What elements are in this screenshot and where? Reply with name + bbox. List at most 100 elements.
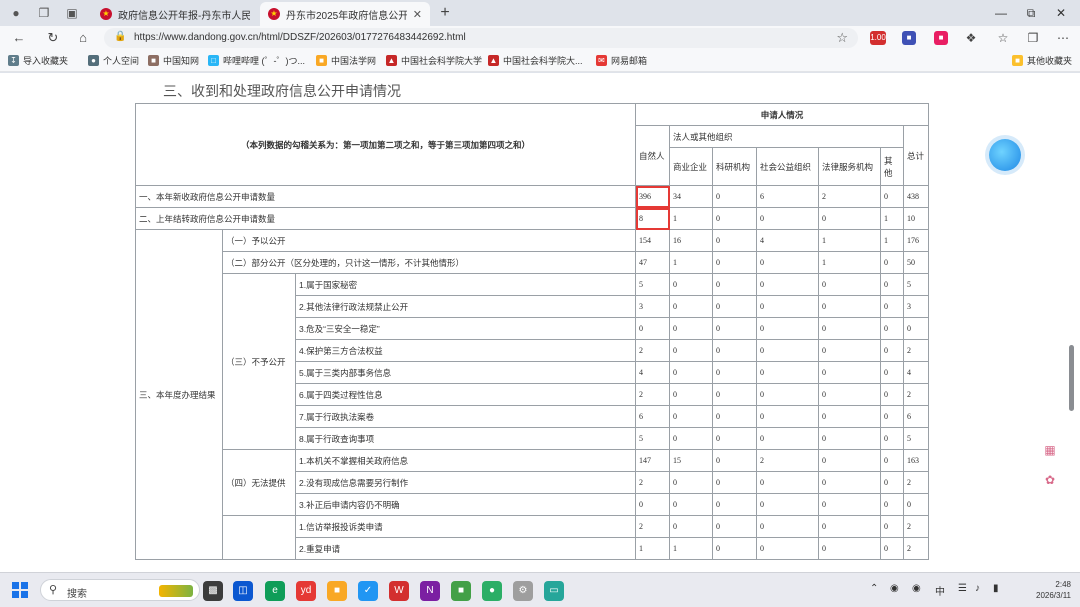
- collections-icon[interactable]: ❐: [1026, 31, 1040, 45]
- table-cell: 0: [712, 405, 757, 428]
- file-explorer-icon[interactable]: ■: [327, 581, 347, 601]
- speaker-icon[interactable]: ♪: [975, 583, 980, 594]
- table-cell: 0: [756, 493, 819, 516]
- extension-icon[interactable]: ■: [934, 31, 948, 45]
- table-cell: 0: [880, 361, 904, 384]
- task-view-icon[interactable]: ▩: [203, 581, 223, 601]
- table-cell: 0: [756, 317, 819, 340]
- table-cell: 4: [635, 361, 670, 384]
- table-cell: 0: [756, 251, 819, 274]
- more-menu-icon[interactable]: ⋯: [1056, 31, 1070, 45]
- wifi-icon[interactable]: ☰: [958, 583, 967, 594]
- close-tab-icon[interactable]: ✕: [413, 8, 422, 21]
- restore-icon[interactable]: ⧉: [1022, 4, 1040, 22]
- university-icon: ▲: [386, 55, 397, 66]
- bookmark-other[interactable]: ■ 其他收藏夹: [1012, 54, 1072, 67]
- refresh-icon[interactable]: ↻: [44, 29, 62, 47]
- table-cell: 0: [756, 471, 819, 494]
- ime-indicator[interactable]: 中: [935, 583, 945, 598]
- bilibili-icon: □: [208, 55, 219, 66]
- table-cell: 0: [818, 273, 881, 296]
- table-cell: 0: [756, 515, 819, 538]
- table-note: （本列数据的勾稽关系为：第一项加第二项之和，等于第三项加第四项之和）: [135, 103, 636, 186]
- youdao-icon[interactable]: yd: [296, 581, 316, 601]
- minimize-icon[interactable]: —: [992, 4, 1010, 22]
- scrollbar-thumb[interactable]: [1069, 345, 1074, 411]
- row-label: 7.属于行政执法案卷: [295, 405, 636, 428]
- natural-person-header: 自然人: [635, 125, 670, 186]
- home-icon[interactable]: ⌂: [74, 29, 92, 47]
- table-cell: 2: [635, 383, 670, 406]
- wechat-files-icon[interactable]: ■: [451, 581, 471, 601]
- bookmark-import[interactable]: ↧ 导入收藏夹: [8, 54, 68, 67]
- table-cell: 1: [818, 229, 881, 252]
- widgets-icon[interactable]: ◫: [233, 581, 253, 601]
- close-window-icon[interactable]: ✕: [1052, 4, 1070, 22]
- tab-actions-icon[interactable]: ▣: [64, 5, 80, 21]
- monitor-app-icon[interactable]: ▭: [544, 581, 564, 601]
- page-scrollbar[interactable]: [1068, 73, 1076, 572]
- taskbar-search[interactable]: ⚲ 搜索: [40, 579, 200, 601]
- table-cell: 5: [903, 273, 929, 296]
- new-tab-button[interactable]: +: [436, 4, 454, 22]
- share-icon[interactable]: ✿: [1041, 471, 1059, 489]
- battery-icon[interactable]: ▮: [993, 583, 999, 594]
- favorite-star-icon[interactable]: ☆: [836, 30, 848, 46]
- table-cell: 0: [669, 493, 713, 516]
- row-label: （二）部分公开（区分处理的，只计这一情形，不计其他情形）: [222, 251, 636, 274]
- table-cell: 1: [669, 537, 713, 560]
- bookmark-item[interactable]: ▲ 中国社会科学院大学: [386, 54, 482, 67]
- extension-badge[interactable]: 1.00: [870, 31, 886, 45]
- tab-2025-report[interactable]: ★ 丹东市2025年政府信息公开工作年 ✕: [260, 2, 430, 26]
- bookmark-item[interactable]: ■ 中国知网: [148, 54, 199, 67]
- bookmark-item[interactable]: ▲ 中国社会科学院大...: [488, 54, 583, 67]
- tray-app-icon[interactable]: ◉: [912, 583, 921, 594]
- tray-app-icon[interactable]: ◉: [890, 583, 899, 594]
- windows-start-icon[interactable]: [12, 582, 28, 598]
- url-field[interactable]: 🔒 https://www.dandong.gov.cn/html/DDSZF/…: [104, 28, 858, 48]
- table-cell: 0: [669, 405, 713, 428]
- table-cell: 6: [756, 185, 819, 208]
- table-cell: 0: [669, 295, 713, 318]
- table-row: （二）部分公开（区分处理的，只计这一情形，不计其他情形） 47 1 0 0 1 …: [136, 251, 929, 274]
- clock[interactable]: 2:48 2026/3/11: [1015, 579, 1071, 601]
- table-cell: 0: [712, 185, 757, 208]
- table-cell: 0: [712, 295, 757, 318]
- wechat-icon[interactable]: ●: [482, 581, 502, 601]
- tray-overflow-icon[interactable]: ⌃: [870, 583, 878, 594]
- extension-icon[interactable]: ■: [902, 31, 916, 45]
- collections-icon[interactable]: ❐: [36, 5, 52, 21]
- bookmark-item[interactable]: ● 个人空间: [88, 54, 139, 67]
- bookmark-item[interactable]: ■ 中国法学网: [316, 54, 376, 67]
- todo-icon[interactable]: ✓: [358, 581, 378, 601]
- table-cell: 176: [903, 229, 929, 252]
- bookmark-item[interactable]: ✉ 网易邮箱: [596, 54, 647, 67]
- profile-icon[interactable]: ●: [8, 5, 24, 21]
- assistant-float-button[interactable]: [989, 139, 1021, 171]
- table-cell: 6: [903, 405, 929, 428]
- table-cell: 5: [635, 427, 670, 450]
- edge-browser-icon[interactable]: e: [265, 581, 285, 601]
- extensions-icon[interactable]: ❖: [964, 31, 978, 45]
- table-cell: 0: [880, 273, 904, 296]
- column-header: 科研机构: [712, 147, 757, 186]
- onenote-icon[interactable]: N: [420, 581, 440, 601]
- table-cell: 0: [756, 537, 819, 560]
- back-icon[interactable]: ←: [10, 29, 28, 47]
- row-label: 二、上年结转政府信息公开申请数量: [135, 207, 636, 230]
- apps-grid-icon[interactable]: ▦: [1041, 441, 1059, 459]
- wps-icon[interactable]: W: [389, 581, 409, 601]
- table-cell: 5: [635, 273, 670, 296]
- bookmark-label: 中国社会科学院大...: [503, 56, 583, 66]
- table-cell: 10: [903, 207, 929, 230]
- row-label: 5.属于三类内部事务信息: [295, 361, 636, 384]
- tab-annual-report[interactable]: ★ 政府信息公开年报-丹东市人民政府: [92, 2, 258, 26]
- table-cell: 0: [669, 317, 713, 340]
- highlighted-cell: 8: [635, 207, 670, 230]
- bookmark-item[interactable]: □ 哔哩哔哩 (゜-゜)つ...: [208, 54, 305, 67]
- settings-icon[interactable]: ⚙: [513, 581, 533, 601]
- table-cell: 16: [669, 229, 713, 252]
- table-cell: 3: [635, 295, 670, 318]
- favorites-icon[interactable]: ☆: [996, 31, 1010, 45]
- table-cell: 0: [880, 405, 904, 428]
